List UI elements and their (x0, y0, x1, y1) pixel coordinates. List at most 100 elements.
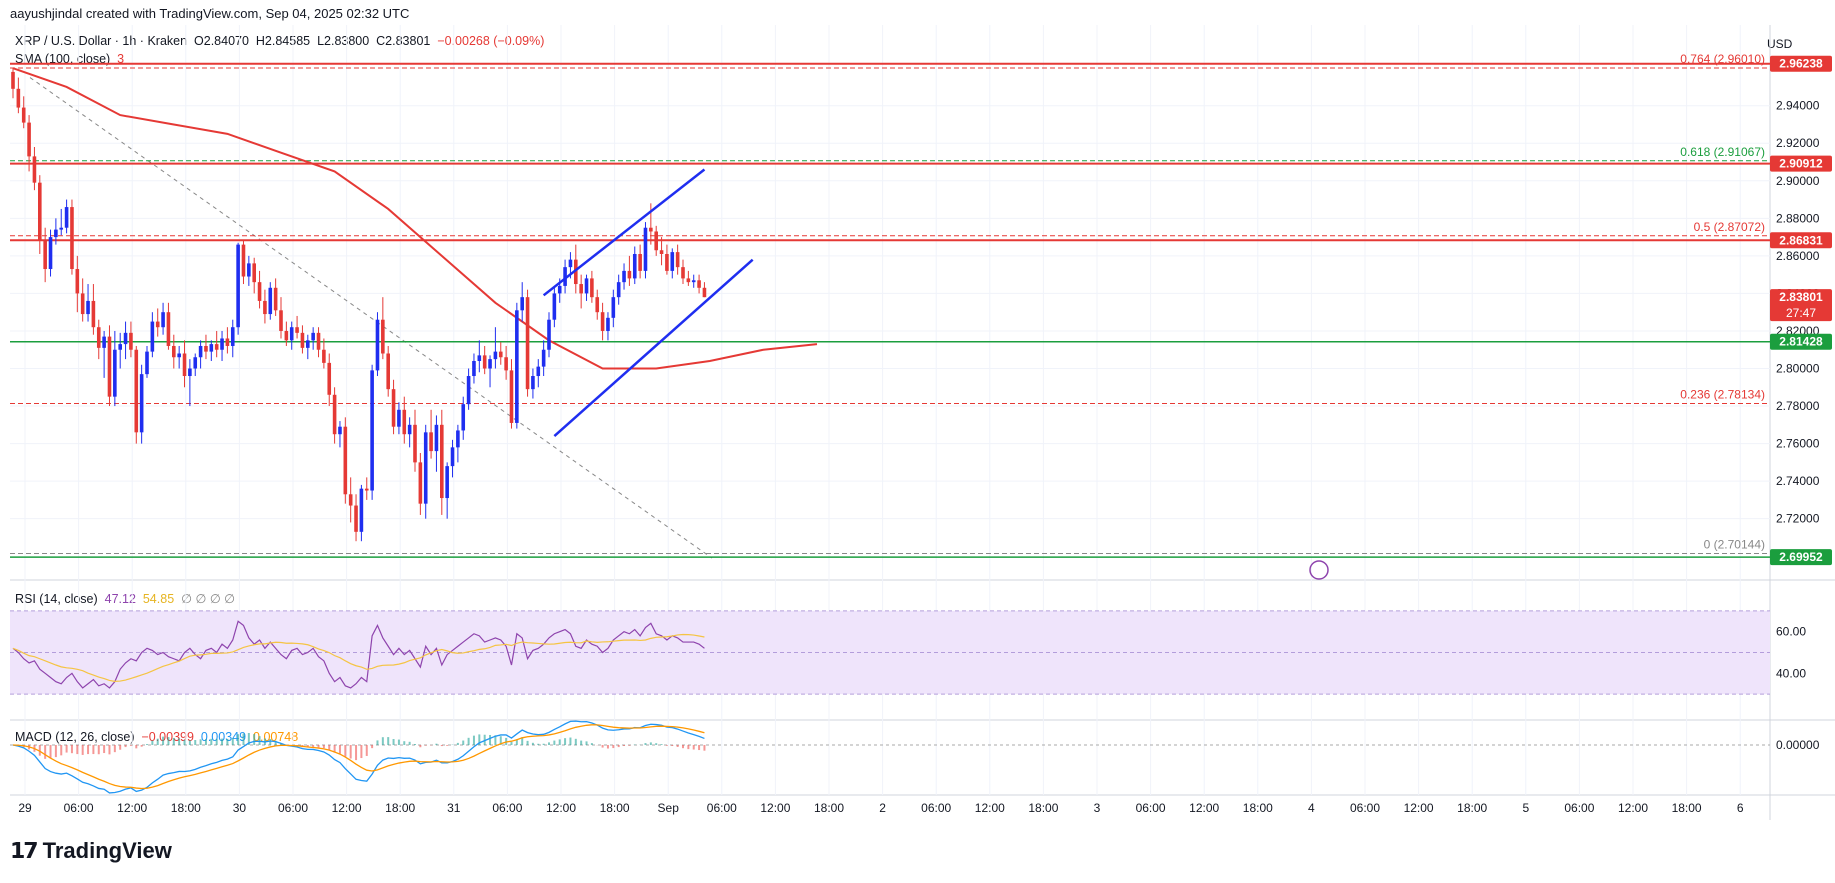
price-label-text: 2.81428 (1779, 335, 1823, 349)
fib-level-label: 0 (2.70144) (1704, 538, 1765, 552)
time-tick-label: 12:00 (975, 801, 1005, 815)
candle-body (327, 362, 332, 395)
price-tick-label: 2.80000 (1776, 362, 1820, 376)
time-tick-label: 12:00 (332, 801, 362, 815)
candle-body (557, 285, 562, 294)
candle-body (686, 278, 691, 283)
candle-body (48, 237, 53, 270)
candle-body (145, 351, 149, 375)
time-tick-label: 4 (1308, 801, 1315, 815)
candle-body (691, 280, 696, 283)
candle-body (91, 300, 96, 328)
price-label-text: 2.83801 (1779, 290, 1823, 304)
candle-body (364, 488, 369, 491)
candle-body (472, 361, 476, 377)
candle-body (488, 359, 492, 369)
time-tick-label: 18:00 (171, 801, 201, 815)
candle-body (129, 332, 133, 350)
candle-body (423, 432, 428, 504)
time-tick-label: 3 (1094, 801, 1101, 815)
candle-body (118, 344, 122, 350)
candle-body (654, 231, 658, 251)
time-tick-label: 06:00 (1564, 801, 1594, 815)
lightning-icon (1309, 560, 1329, 580)
price-label-text: 2.90912 (1779, 157, 1823, 171)
candle-body (332, 394, 337, 435)
candle-body (552, 293, 557, 320)
candle-body (21, 107, 26, 123)
candle-body (359, 488, 364, 532)
candle-body (515, 310, 519, 423)
macd-line (12, 720, 705, 794)
candle-body (193, 357, 198, 369)
candle-body (27, 122, 31, 157)
time-tick-label: Sep (658, 801, 680, 815)
candle-body (289, 327, 294, 341)
price-tick-label: 2.76000 (1776, 437, 1820, 451)
candle-body (96, 327, 101, 348)
candle-body (225, 338, 230, 346)
candle-body (520, 297, 524, 311)
candle-body (386, 353, 390, 390)
candle-body (177, 353, 181, 358)
price-chart[interactable]: 2.940002.920002.900002.880002.860002.840… (0, 0, 1835, 883)
candle-body (370, 370, 374, 491)
candle-body (498, 351, 503, 358)
candle-body (113, 349, 117, 397)
price-tick-label: 2.92000 (1776, 136, 1820, 150)
time-tick-label: 06:00 (921, 801, 951, 815)
candle-body (230, 327, 235, 346)
brand-name: TradingView (42, 838, 172, 863)
time-tick-label: 12:00 (1618, 801, 1648, 815)
price-label-text: 2.86831 (1779, 233, 1823, 247)
candle-body (477, 355, 482, 361)
candle-body (611, 297, 616, 318)
time-tick-label: 06:00 (492, 801, 522, 815)
time-tick-label: 12:00 (117, 801, 147, 815)
candle-body (450, 447, 455, 467)
candle-body (32, 156, 37, 183)
time-tick-label: 18:00 (1243, 801, 1273, 815)
price-label-text: 2.69952 (1779, 550, 1823, 564)
candle-body (638, 254, 642, 271)
time-tick-label: 30 (233, 801, 247, 815)
candle-body (466, 376, 471, 405)
countdown-label: 27:47 (1786, 306, 1816, 320)
candle-body (649, 227, 653, 232)
candle-body (300, 332, 305, 348)
candle-body (70, 207, 74, 270)
candle-body (429, 432, 433, 452)
candle-body (568, 259, 573, 268)
price-tick-label: 2.74000 (1776, 474, 1820, 488)
time-tick-label: 12:00 (1189, 801, 1219, 815)
candle-body (161, 312, 165, 328)
candle-body (461, 404, 466, 431)
candle-body (155, 321, 160, 328)
candle-body (64, 207, 69, 228)
candle-body (134, 349, 139, 433)
candle-body (525, 297, 530, 390)
candle-body (509, 370, 514, 423)
candle-body (166, 312, 171, 346)
candle-body (316, 332, 321, 350)
candle-body (590, 278, 594, 298)
candle-body (616, 282, 621, 298)
candle-body (541, 349, 546, 367)
time-tick-label: 06:00 (278, 801, 308, 815)
candle-body (306, 340, 310, 348)
candle-body (204, 345, 208, 352)
price-tick-label: 2.94000 (1776, 99, 1820, 113)
channel-lower-line (553, 258, 754, 438)
candle-body (659, 250, 664, 254)
candle-body (343, 426, 348, 495)
candle-body (407, 424, 412, 435)
price-label-text: 2.96238 (1779, 57, 1823, 71)
candle-body (16, 88, 21, 108)
time-tick-label: 18:00 (385, 801, 415, 815)
candle-body (241, 244, 246, 277)
candle-body (139, 374, 144, 433)
time-tick-label: 18:00 (814, 801, 844, 815)
time-tick-label: 18:00 (1672, 801, 1702, 815)
candle-body (434, 424, 439, 452)
candle-body (214, 344, 219, 350)
